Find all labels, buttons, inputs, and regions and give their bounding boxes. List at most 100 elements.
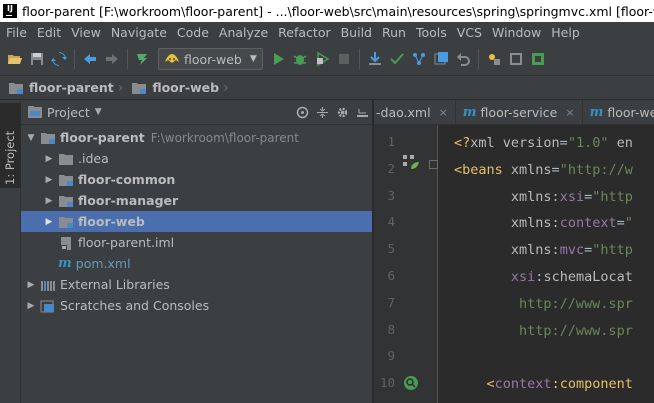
tree-item[interactable]: ▶ floor-common	[21, 169, 372, 190]
vcs-push-icon[interactable]	[408, 48, 430, 70]
line-number: 3	[387, 187, 395, 203]
expand-arrow-icon[interactable]: ▼	[25, 133, 37, 143]
close-icon[interactable]: ×	[439, 106, 448, 119]
tree-item[interactable]: ▶ floor-web	[21, 211, 372, 232]
code-token: http://www.spr	[519, 322, 633, 339]
tree-item[interactable]: ▶ .idea	[21, 148, 372, 169]
code-token: <?	[454, 135, 471, 151]
collapse-all-icon[interactable]	[312, 106, 332, 119]
tree-item[interactable]: ▶ External Libraries	[21, 274, 372, 295]
forward-icon[interactable]	[101, 48, 123, 70]
editor-tab[interactable]: mfloor-web	[583, 100, 654, 124]
menu-run[interactable]: Run	[377, 25, 411, 40]
breadcrumb-item[interactable]: floor-web	[123, 80, 223, 95]
vcs-commit-icon[interactable]	[386, 48, 408, 70]
code-line: xsi:schemaLocat	[454, 264, 633, 290]
sdk-icon[interactable]	[505, 48, 527, 70]
project-tool-button[interactable]: 1: Project	[0, 103, 21, 188]
open-icon[interactable]	[4, 48, 26, 70]
code-token: xmlns	[510, 215, 552, 232]
vcs-history-icon[interactable]	[430, 48, 452, 70]
menu-build[interactable]: Build	[336, 25, 377, 40]
editor-tab[interactable]: -dao.xml ×	[374, 100, 456, 124]
breadcrumb-item[interactable]: floor-parent	[0, 80, 118, 95]
menu-vcs[interactable]: VCS	[452, 25, 487, 40]
debug-icon[interactable]	[289, 48, 311, 70]
save-all-icon[interactable]	[26, 48, 48, 70]
menu-view[interactable]: View	[66, 25, 106, 40]
editor-area: -dao.xml×mfloor-service×mfloor-web 12345…	[374, 100, 654, 403]
menu-tools[interactable]: Tools	[411, 25, 452, 40]
maven-icon: m	[462, 104, 477, 120]
menu-navigate[interactable]: Navigate	[106, 25, 172, 40]
sync-icon[interactable]	[48, 48, 70, 70]
code-token: schemaLocat	[543, 269, 633, 285]
collapse-arrow-icon[interactable]: ▶	[43, 217, 55, 227]
code-token: =	[584, 242, 593, 259]
structure-icon[interactable]	[527, 48, 549, 70]
revert-icon[interactable]	[452, 48, 474, 70]
libraries-icon	[41, 280, 55, 291]
run-configuration-dropdown[interactable]: floor-web ▼	[158, 48, 263, 70]
component-scan-gutter-icon[interactable]	[402, 375, 422, 391]
editor-tab[interactable]: m floor-service ×	[456, 100, 583, 124]
tree-item-label: Scratches and Consoles	[60, 298, 210, 313]
menu-refactor[interactable]: Refactor	[273, 25, 335, 40]
line-number: 10	[379, 375, 395, 391]
module-folder-icon	[59, 174, 73, 186]
code-editor[interactable]: <?xml version="1.0" en <beans xmlns="http…	[444, 125, 654, 403]
project-structure-icon[interactable]	[483, 48, 505, 70]
menu-file[interactable]: File	[0, 25, 32, 40]
menu-edit[interactable]: Edit	[32, 25, 66, 40]
project-panel-header: Project ▼	[21, 100, 372, 125]
tree-item-label: floor-parent	[60, 130, 145, 145]
tree-item[interactable]: ▶ floor-manager	[21, 190, 372, 211]
build-icon[interactable]	[132, 48, 154, 70]
tree-item[interactable]: m pom.xml	[21, 253, 372, 274]
tree-item[interactable]: ▶ Scratches and Consoles	[21, 295, 372, 316]
collapse-arrow-icon[interactable]: ▶	[43, 175, 55, 185]
maven-icon: m	[58, 256, 72, 271]
scratches-icon	[40, 300, 54, 312]
menu-help[interactable]: Help	[546, 25, 585, 40]
fold-marker-icon[interactable]	[429, 160, 438, 169]
close-icon[interactable]: ×	[565, 106, 574, 119]
code-line: xmlns:context="	[454, 210, 633, 236]
back-icon[interactable]	[79, 48, 101, 70]
chevron-down-icon[interactable]: ▼	[95, 107, 102, 117]
tree-item-label: floor-manager	[78, 193, 179, 208]
coverage-icon[interactable]	[311, 48, 333, 70]
code-token: :	[551, 376, 560, 393]
menu-window[interactable]: Window	[487, 25, 546, 40]
main-toolbar: floor-web ▼	[0, 43, 654, 76]
chevron-down-icon: ▼	[249, 54, 257, 64]
tree-item[interactable]: ▼ floor-parent F:\workroom\floor-parent	[21, 127, 372, 148]
code-line: <context:component	[454, 371, 633, 397]
stop-icon[interactable]	[333, 48, 355, 70]
code-line: http://www.spr	[454, 291, 633, 317]
scroll-from-source-icon[interactable]	[292, 106, 312, 119]
hide-panel-icon[interactable]	[352, 106, 372, 119]
run-icon[interactable]	[267, 48, 289, 70]
code-line: <?xml version="1.0" en	[454, 130, 633, 156]
line-number: 7	[387, 294, 395, 310]
collapse-arrow-icon[interactable]: ▶	[25, 280, 37, 290]
spring-bean-gutter-icon[interactable]	[402, 154, 422, 170]
collapse-arrow-icon[interactable]: ▶	[43, 154, 55, 164]
project-view-selector[interactable]: Project	[47, 105, 90, 120]
tree-item[interactable]: floor-parent.iml	[21, 232, 372, 253]
menu-analyze[interactable]: Analyze	[214, 25, 273, 40]
code-token: component	[559, 376, 633, 393]
collapse-arrow-icon[interactable]: ▶	[43, 196, 55, 206]
code-token: "1.0"	[567, 135, 609, 151]
gear-icon[interactable]	[332, 106, 352, 119]
update-icon[interactable]	[364, 48, 386, 70]
collapse-arrow-icon[interactable]: ▶	[25, 301, 37, 311]
code-token: <beans	[454, 161, 511, 178]
code-token: http://www.spr	[519, 295, 633, 312]
menu-code[interactable]: Code	[172, 25, 214, 40]
project-panel: Project ▼ ▼ floor-parent F:\workroom\floor…	[21, 100, 373, 403]
code-token: :	[551, 242, 560, 259]
